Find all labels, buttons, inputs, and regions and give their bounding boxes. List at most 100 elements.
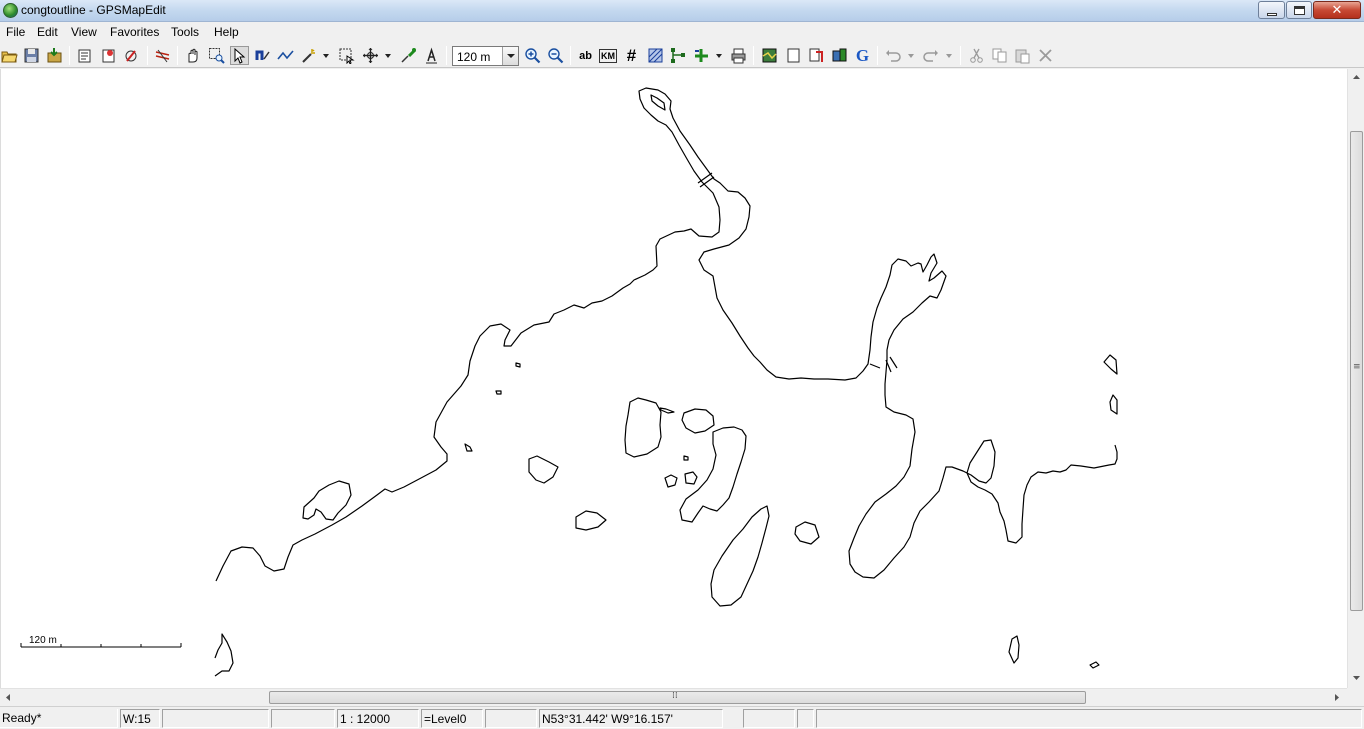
close-button[interactable]: ✕ [1313, 1, 1361, 19]
magic-wand-icon [302, 49, 315, 63]
edit-nodes-icon [255, 50, 270, 60]
move-tool-button[interactable] [361, 46, 380, 65]
island-central-8 [710, 505, 770, 607]
paste-button[interactable] [1013, 46, 1032, 65]
vertical-scrollbar[interactable]: ≡ [1347, 69, 1364, 688]
scroll-down-arrow-icon[interactable] [1348, 672, 1364, 684]
status-bar: Ready* W:15 1 : 12000 =Level0 N53°31.442… [0, 706, 1364, 729]
island-central-4 [528, 455, 559, 484]
delete-button[interactable] [1036, 46, 1055, 65]
label-tool-button[interactable] [422, 46, 441, 65]
grid-icon: # [626, 45, 637, 65]
select-tool-button[interactable] [230, 46, 249, 65]
zoom-in-button[interactable] [523, 46, 542, 65]
horizontal-scroll-thumb[interactable]: ⁞⁞ [269, 691, 1086, 704]
undo-icon [886, 50, 901, 62]
scroll-right-arrow-icon[interactable] [1331, 689, 1343, 706]
import-button[interactable] [45, 46, 64, 65]
globe-icon[interactable] [3, 3, 18, 18]
island-central-7 [575, 510, 607, 531]
magic-tool-button[interactable] [299, 46, 318, 65]
status-state: Ready* [0, 709, 118, 728]
add-point-dropdown[interactable] [715, 49, 723, 62]
show-grid-button[interactable]: # [622, 46, 641, 65]
minimize-button[interactable] [1258, 1, 1285, 19]
island-southeast-1 [1008, 635, 1020, 664]
status-pane-3 [162, 709, 269, 728]
copy-button[interactable] [990, 46, 1009, 65]
properties-button[interactable] [75, 46, 94, 65]
show-distance-button[interactable]: KM [599, 49, 617, 63]
island-tiny-2 [495, 390, 502, 395]
zoom-rect-button[interactable] [207, 46, 226, 65]
island-central-1 [624, 397, 662, 458]
cut-button[interactable] [967, 46, 986, 65]
menu-favorites[interactable]: Favorites [110, 25, 159, 39]
raster-button[interactable] [760, 46, 779, 65]
open-button[interactable] [0, 46, 19, 65]
google-button[interactable]: G [853, 46, 872, 65]
fill-polygons-button[interactable] [646, 46, 665, 65]
menu-edit[interactable]: Edit [37, 25, 58, 39]
island-tiny-1 [515, 362, 521, 368]
maximize-button[interactable] [1286, 1, 1312, 19]
transform-button[interactable] [122, 46, 141, 65]
redo-button[interactable] [921, 46, 940, 65]
routing-button[interactable] [807, 46, 826, 65]
horizontal-scrollbar[interactable]: ⁞⁞ [0, 688, 1347, 705]
nodes-icon [671, 48, 685, 63]
blank-page-icon [787, 48, 800, 63]
chevron-down-icon[interactable] [502, 47, 518, 65]
polyline-tool-button[interactable] [276, 46, 295, 65]
scrollbar-corner [1347, 688, 1364, 705]
create-object-icon [401, 48, 417, 63]
arrow-pointer-icon [234, 47, 246, 64]
routing-icon [809, 48, 823, 62]
show-nodes-button[interactable] [669, 46, 688, 65]
map-canvas[interactable]: 120 m [0, 69, 1347, 688]
title-bar[interactable]: congtoutline - GPSMapEdit ✕ [0, 0, 1364, 22]
vertical-scroll-thumb[interactable]: ≡ [1350, 131, 1363, 611]
map-properties-button[interactable] [99, 46, 118, 65]
add-point-button[interactable] [692, 46, 711, 65]
menu-tools[interactable]: Tools [171, 25, 199, 39]
magic-tool-dropdown[interactable] [322, 49, 330, 62]
redo-dropdown[interactable] [945, 49, 953, 62]
create-object-button[interactable] [399, 46, 418, 65]
move-tool-dropdown[interactable] [384, 49, 392, 62]
island-tiny-3 [464, 443, 473, 452]
show-labels-button[interactable]: ab [576, 46, 595, 65]
menu-view[interactable]: View [71, 25, 97, 39]
menu-file[interactable]: File [6, 25, 25, 39]
google-icon: G [855, 45, 870, 65]
import-icon [47, 48, 62, 63]
status-pane-7 [485, 709, 537, 728]
scale-combo[interactable]: 120 m [452, 46, 519, 66]
status-scale: 1 : 12000 [337, 709, 419, 728]
status-pane-11 [816, 709, 1362, 728]
paste-icon [1015, 49, 1030, 64]
grip-icon: ⁞⁞ [672, 691, 678, 701]
undo-button[interactable] [884, 46, 903, 65]
shore-notch-1 [650, 94, 666, 111]
scroll-left-arrow-icon[interactable] [2, 689, 14, 706]
edit-nodes-button[interactable] [253, 46, 272, 65]
menu-help[interactable]: Help [214, 25, 239, 39]
island-tiny-4 [683, 455, 689, 461]
gps-device-button[interactable] [830, 46, 849, 65]
select-area-button[interactable] [337, 46, 356, 65]
island-central-9 [794, 521, 820, 545]
copy-icon [992, 48, 1007, 63]
save-button[interactable] [22, 46, 41, 65]
scroll-up-arrow-icon[interactable] [1348, 71, 1364, 83]
print-button[interactable] [729, 46, 748, 65]
island-central-3 [679, 426, 747, 523]
status-pane-4 [271, 709, 335, 728]
page-button[interactable] [784, 46, 803, 65]
toolbar: ab KM # G [0, 43, 1364, 68]
undo-dropdown[interactable] [907, 49, 915, 62]
transform-icon [125, 50, 137, 62]
gps-tracks-button[interactable] [153, 46, 172, 65]
pan-tool-button[interactable] [183, 46, 202, 65]
zoom-out-button[interactable] [546, 46, 565, 65]
